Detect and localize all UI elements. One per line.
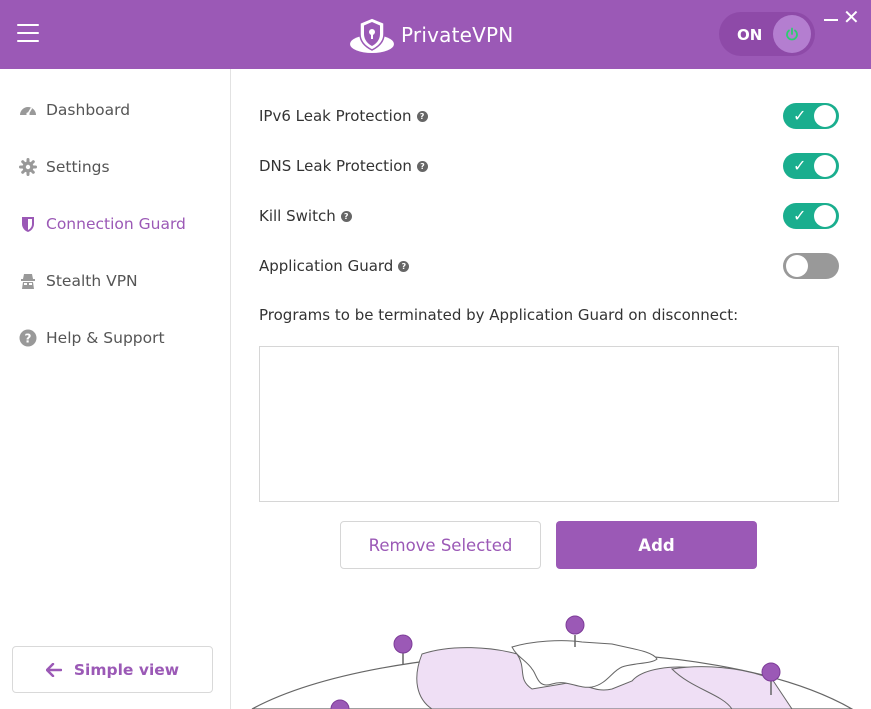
add-button[interactable]: Add — [556, 521, 757, 569]
question-icon: ? — [18, 328, 38, 348]
help-icon[interactable]: ? — [398, 260, 410, 272]
sidebar-item-label: Settings — [46, 158, 110, 176]
power-icon — [786, 27, 798, 41]
simple-view-label: Simple view — [73, 660, 180, 679]
power-toggle[interactable]: ON — [719, 12, 815, 56]
svg-text:?: ? — [25, 332, 32, 346]
help-icon[interactable]: ? — [416, 160, 428, 172]
dashboard-icon — [18, 100, 38, 120]
sidebar-item-stealth-vpn[interactable]: Stealth VPN — [18, 267, 138, 295]
power-knob[interactable] — [773, 15, 811, 53]
help-icon[interactable]: ? — [340, 210, 352, 222]
simple-view-button[interactable]: Simple view — [12, 646, 213, 693]
kill-switch-toggle[interactable]: ✓ — [783, 203, 839, 229]
option-label: Application Guard — [259, 257, 394, 275]
remove-selected-button[interactable]: Remove Selected — [340, 521, 541, 569]
power-status-label: ON — [737, 26, 763, 44]
checkmark-icon: ✓ — [793, 106, 807, 125]
close-icon[interactable]: ✕ — [843, 7, 860, 27]
sidebar-item-help-support[interactable]: ? Help & Support — [18, 324, 165, 352]
minimize-icon[interactable] — [824, 19, 838, 21]
arrow-left-icon — [45, 662, 62, 677]
hamburger-menu-icon[interactable] — [17, 24, 39, 44]
brand-logo: PrivateVPN — [349, 15, 513, 55]
help-icon[interactable]: ? — [416, 110, 428, 122]
option-label: IPv6 Leak Protection — [259, 107, 412, 125]
sidebar-item-label: Dashboard — [46, 101, 131, 119]
sidebar-item-label: Connection Guard — [46, 215, 186, 233]
option-ipv6-leak-protection: IPv6 Leak Protection ? ✓ — [259, 101, 839, 131]
dns-leak-protection-toggle[interactable]: ✓ — [783, 153, 839, 179]
option-label: DNS Leak Protection — [259, 157, 412, 175]
connection-guard-panel: IPv6 Leak Protection ? ✓ DNS Leak Protec… — [232, 69, 871, 709]
option-dns-leak-protection: DNS Leak Protection ? ✓ — [259, 151, 839, 181]
sidebar-item-label: Help & Support — [46, 329, 165, 347]
shield-lock-logo-icon — [350, 17, 394, 53]
sidebar-item-dashboard[interactable]: Dashboard — [18, 96, 130, 124]
programs-list-label: Programs to be terminated by Application… — [259, 306, 739, 324]
world-map-illustration — [251, 615, 854, 709]
brand-name: PrivateVPN — [401, 23, 514, 47]
checkmark-icon: ✓ — [793, 206, 807, 225]
programs-list[interactable] — [259, 346, 839, 502]
gear-icon — [18, 157, 38, 177]
option-kill-switch: Kill Switch ? ✓ — [259, 201, 839, 231]
shield-icon — [18, 214, 38, 234]
application-guard-toggle[interactable] — [783, 253, 839, 279]
option-application-guard: Application Guard ? — [259, 251, 839, 281]
title-bar: PrivateVPN ON ✕ — [0, 0, 871, 69]
sidebar: Dashboard Settings Connection Guard Stea… — [0, 69, 231, 709]
sidebar-item-label: Stealth VPN — [46, 272, 138, 290]
ipv6-leak-protection-toggle[interactable]: ✓ — [783, 103, 839, 129]
stealth-icon — [18, 271, 38, 291]
option-label: Kill Switch — [259, 207, 336, 225]
checkmark-icon: ✓ — [793, 156, 807, 175]
sidebar-item-settings[interactable]: Settings — [18, 153, 110, 181]
sidebar-item-connection-guard[interactable]: Connection Guard — [18, 210, 186, 238]
